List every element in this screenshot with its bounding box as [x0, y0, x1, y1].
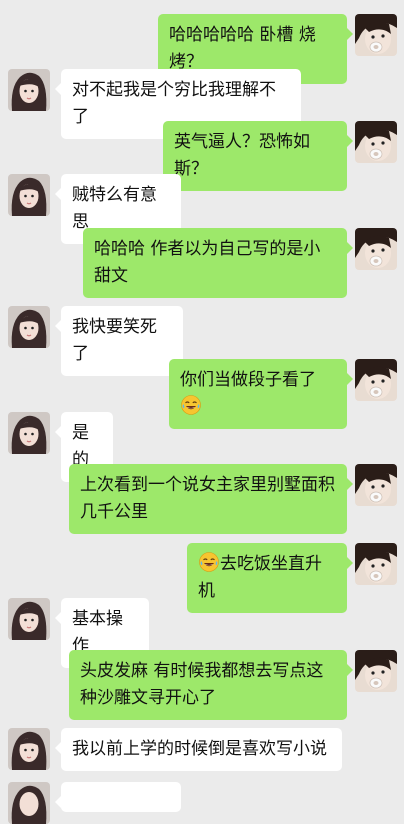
contact-avatar[interactable] [8, 69, 50, 111]
message-text: 哈哈哈 作者以为自己写的是小甜文 [94, 239, 321, 286]
message-text: 上次看到一个说女主家里别墅面积几千公里 [80, 475, 335, 522]
my-avatar[interactable] [355, 121, 397, 163]
message-bubble[interactable]: 上次看到一个说女主家里别墅面积几千公里 [69, 464, 353, 534]
message-text: 对不起我是个穷比我理解不了 [72, 80, 276, 127]
chat-thread: 哈哈哈哈哈 卧槽 烧烤？ 对不起我是个穷比我理解不了 英气逼人？恐怖如斯？ 贼特… [0, 0, 404, 824]
message-text: 是的 [72, 423, 89, 470]
message-text: 头皮发麻 有时候我都想去写点这种沙雕文寻开心了 [80, 661, 324, 708]
message-bubble[interactable]: 去吃饭坐直升机 [187, 543, 353, 613]
message-text: 我快要笑死了 [72, 317, 157, 364]
my-avatar[interactable] [355, 359, 397, 401]
message-text: 基本操作 [72, 609, 123, 656]
message-text: 贼特么有意思 [72, 185, 157, 232]
message-text: 你们当做段子看了 [180, 370, 316, 390]
message-bubble[interactable] [55, 782, 181, 812]
contact-avatar[interactable] [8, 174, 50, 216]
my-avatar[interactable] [355, 464, 397, 506]
message-text: 哈哈哈哈哈 卧槽 烧烤？ [169, 25, 316, 72]
message-text: 英气逼人？恐怖如斯？ [174, 132, 310, 179]
message-bubble[interactable]: 英气逼人？恐怖如斯？ [163, 121, 353, 191]
my-avatar[interactable] [355, 650, 397, 692]
message-bubble[interactable]: 我快要笑死了 [55, 306, 183, 376]
my-avatar[interactable] [355, 14, 397, 56]
my-avatar[interactable] [355, 543, 397, 585]
contact-avatar[interactable] [8, 728, 50, 770]
contact-avatar[interactable] [8, 782, 50, 824]
my-avatar[interactable] [355, 228, 397, 270]
face-with-tears-of-joy-icon [181, 395, 201, 415]
contact-avatar[interactable] [8, 306, 50, 348]
message-bubble[interactable]: 我以前上学的时候倒是喜欢写小说 [55, 728, 342, 771]
face-with-tears-of-joy-icon [199, 552, 219, 572]
message-bubble[interactable]: 你们当做段子看了 [169, 359, 353, 429]
contact-avatar[interactable] [8, 598, 50, 640]
message-bubble[interactable]: 哈哈哈 作者以为自己写的是小甜文 [83, 228, 353, 298]
contact-avatar[interactable] [8, 412, 50, 454]
message-text: 我以前上学的时候倒是喜欢写小说 [72, 739, 327, 759]
message-bubble[interactable]: 头皮发麻 有时候我都想去写点这种沙雕文寻开心了 [69, 650, 353, 720]
